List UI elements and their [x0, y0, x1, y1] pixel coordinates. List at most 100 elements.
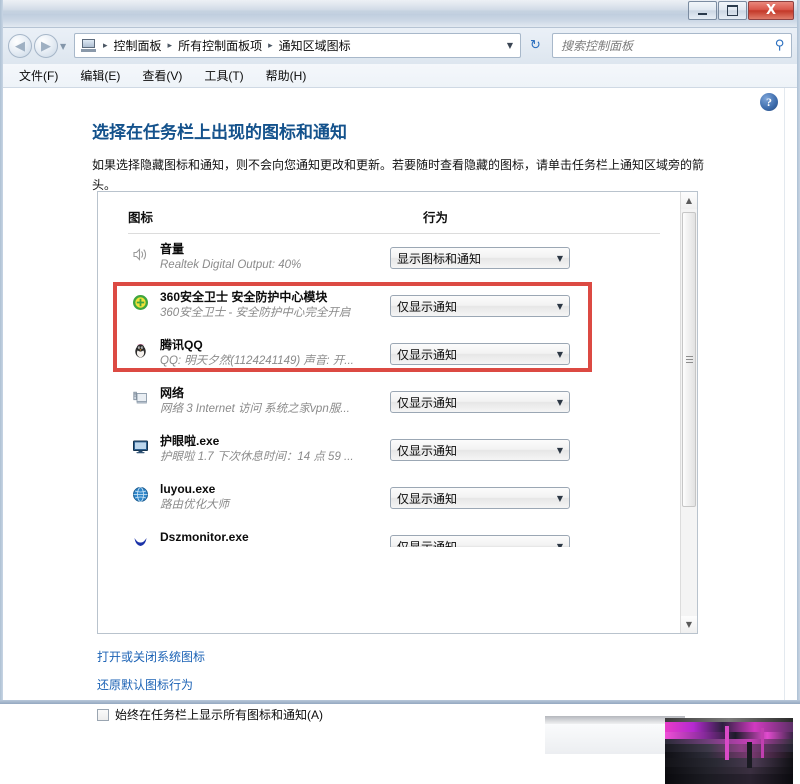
always-show-checkbox[interactable]	[97, 708, 109, 721]
table-row[interactable]: 音量 Realtek Digital Output: 40% 显示图标和通知 ▼	[128, 237, 660, 285]
always-show-checkbox-row[interactable]: 始终在任务栏上显示所有图标和通知(A)	[97, 706, 323, 723]
maximize-icon	[727, 5, 738, 16]
monitor-icon	[133, 440, 148, 454]
row-name: 腾讯QQ	[160, 338, 203, 352]
breadcrumb-item-0[interactable]: 控制面板	[112, 37, 164, 54]
chevron-down-icon: ▼	[556, 301, 563, 311]
menu-item-help[interactable]: 帮助(H)	[263, 65, 310, 86]
row-text: 网络 网络 3 Internet 访问 系统之家vpn服...	[160, 385, 410, 417]
recent-pages-chevron-down-icon[interactable]: ▼	[60, 42, 66, 51]
toggle-system-icons-link[interactable]: 打开或关闭系统图标	[97, 648, 205, 665]
row-name: 360安全卫士 安全防护中心模块	[160, 290, 328, 304]
always-show-checkbox-label: 始终在任务栏上显示所有图标和通知(A)	[115, 708, 323, 722]
breadcrumb-separator-0: ▸	[103, 40, 108, 51]
search-box[interactable]: ⚲	[552, 33, 792, 58]
row-text: 音量 Realtek Digital Output: 40%	[160, 241, 410, 273]
refresh-icon: ↻	[530, 38, 541, 53]
notification-icons-list: 图标 行为 音量 Realtek Digital Output: 40% 显示图…	[98, 192, 681, 633]
title-bar-sheen	[0, 0, 800, 14]
breadcrumb-item-1[interactable]: 所有控制面板项	[176, 37, 264, 54]
chevron-down-icon: ▼	[556, 541, 563, 548]
scroll-up-button[interactable]: ▲	[681, 192, 697, 209]
chevron-down-icon: ▼	[556, 253, 563, 263]
row-subtitle: 360安全卫士 - 安全防护中心完全开启	[160, 307, 351, 319]
menu-item-file[interactable]: 文件(F)	[16, 65, 61, 86]
volume-icon	[133, 248, 146, 261]
behavior-dropdown[interactable]: 仅显示通知 ▼	[390, 343, 570, 365]
help-icon[interactable]: ?	[760, 93, 778, 111]
behavior-dropdown[interactable]: 仅显示通知 ▼	[390, 295, 570, 317]
search-icon: ⚲	[775, 38, 785, 53]
table-row[interactable]: 护眼啦.exe 护眼啦 1.7 下次休息时间：14 点 59 ... 仅显示通知…	[128, 429, 660, 477]
row-name: Dszmonitor.exe	[160, 530, 249, 544]
chevron-down-icon: ▼	[556, 493, 563, 503]
chevron-down-icon: ▼	[556, 397, 563, 407]
screenshot-artifact-shadow	[545, 716, 685, 726]
network-icon	[133, 391, 147, 404]
row-name: 护眼啦.exe	[160, 434, 220, 448]
column-header-behavior: 行为	[423, 211, 449, 225]
breadcrumb[interactable]: ▸ 控制面板 ▸ 所有控制面板项 ▸ 通知区域图标 ▼	[74, 33, 521, 58]
address-bar-row: ◀ ▶ ▼ ▸ 控制面板 ▸ 所有控制面板项 ▸ 通知区域图标 ▼ ↻ ⚲	[0, 28, 800, 64]
breadcrumb-item-2[interactable]: 通知区域图标	[277, 37, 353, 54]
row-subtitle: QQ: 明天夕然(1124241149) 声音: 开...	[160, 355, 354, 367]
breadcrumb-separator-1: ▸	[167, 40, 173, 51]
globe-icon	[133, 487, 148, 502]
list-header-row: 图标 行为	[128, 204, 660, 234]
behavior-dropdown[interactable]: 仅显示通知 ▼	[390, 391, 570, 413]
minimize-icon	[698, 12, 707, 15]
back-arrow-icon: ◀	[15, 38, 25, 54]
window-controls: X	[687, 1, 794, 20]
row-subtitle: 路由优化大师	[160, 499, 229, 511]
behavior-dropdown[interactable]: 仅显示通知 ▼	[390, 535, 570, 547]
table-row[interactable]: 网络 网络 3 Internet 访问 系统之家vpn服... 仅显示通知 ▼	[128, 381, 660, 429]
screenshot-artifact-panel	[545, 724, 675, 754]
row-text: luyou.exe 路由优化大师	[160, 481, 410, 513]
behavior-dropdown-value: 仅显示通知	[397, 539, 458, 548]
list-scrollbar[interactable]: ▲ ▼	[680, 192, 697, 633]
behavior-dropdown-value: 仅显示通知	[397, 347, 458, 362]
behavior-dropdown[interactable]: 仅显示通知 ▼	[390, 439, 570, 461]
menu-item-edit[interactable]: 编辑(E)	[77, 65, 123, 86]
table-row[interactable]: 腾讯QQ QQ: 明天夕然(1124241149) 声音: 开... 仅显示通知…	[128, 333, 660, 381]
behavior-dropdown-value: 仅显示通知	[397, 443, 458, 458]
scrollbar-thumb[interactable]	[682, 212, 696, 507]
column-header-icon: 图标	[128, 211, 154, 225]
behavior-dropdown-value: 仅显示通知	[397, 491, 458, 506]
table-row[interactable]: luyou.exe 路由优化大师 仅显示通知 ▼	[128, 477, 660, 525]
menu-item-view[interactable]: 查看(V)	[139, 65, 185, 86]
close-icon: X	[765, 3, 777, 18]
minimize-button[interactable]	[688, 1, 717, 20]
computer-screen-shape	[82, 39, 95, 48]
maximize-button[interactable]	[718, 1, 747, 20]
row-name: 网络	[160, 386, 185, 400]
qq-penguin-icon	[135, 344, 146, 358]
forward-button[interactable]: ▶	[34, 34, 58, 58]
menu-item-tools[interactable]: 工具(T)	[201, 65, 246, 86]
refresh-button[interactable]: ↻	[526, 36, 545, 55]
scroll-down-button[interactable]: ▼	[681, 616, 697, 633]
control-panel-window: X ◀ ▶ ▼ ▸ 控制面板 ▸ 所有控制面板项 ▸ 通知区域图标 ▼ ↻ 搜索…	[0, 0, 800, 784]
screenshot-artifact-block	[665, 718, 793, 784]
back-button[interactable]: ◀	[8, 34, 32, 58]
breadcrumb-dropdown-chevron-down-icon[interactable]: ▼	[507, 41, 516, 50]
notification-icons-list-panel: 图标 行为 音量 Realtek Digital Output: 40% 显示图…	[97, 191, 698, 634]
behavior-dropdown[interactable]: 仅显示通知 ▼	[390, 487, 570, 509]
content-pane: ? 选择在任务栏上出现的图标和通知 如果选择隐藏图标和通知，则不会向您通知更改和…	[0, 88, 800, 784]
window-bottom-edge	[0, 700, 800, 704]
row-text: 360安全卫士 安全防护中心模块 360安全卫士 - 安全防护中心完全开启	[160, 289, 410, 321]
row-text: Dszmonitor.exe	[160, 529, 410, 545]
chevron-down-icon: ▼	[556, 349, 563, 359]
table-row[interactable]: 360安全卫士 安全防护中心模块 360安全卫士 - 安全防护中心完全开启 仅显…	[128, 285, 660, 333]
360-shield-icon	[133, 295, 148, 310]
table-row[interactable]: Dszmonitor.exe 仅显示通知 ▼	[128, 525, 660, 547]
scroll-up-arrow-icon: ▲	[685, 195, 693, 205]
forward-arrow-icon: ▶	[41, 38, 51, 54]
restore-default-icon-behavior-link[interactable]: 还原默认图标行为	[97, 676, 193, 693]
scroll-down-arrow-icon: ▼	[685, 619, 693, 629]
row-name: 音量	[160, 242, 185, 256]
close-button[interactable]: X	[748, 1, 794, 20]
behavior-dropdown[interactable]: 显示图标和通知 ▼	[390, 247, 570, 269]
search-input[interactable]	[559, 37, 776, 54]
scrollbar-grip-icon	[686, 355, 693, 364]
